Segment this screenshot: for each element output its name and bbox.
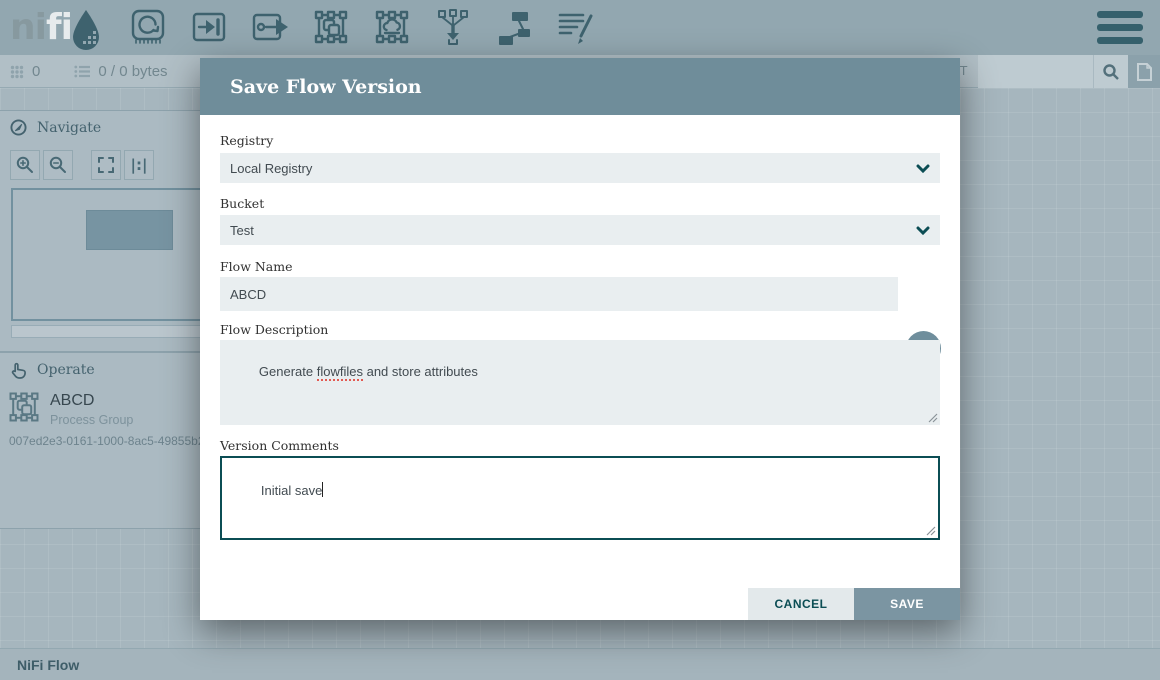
component-toolbar (128, 7, 595, 47)
process-group-icon[interactable] (311, 7, 351, 47)
save-button[interactable]: SAVE (854, 588, 960, 620)
description-misspelled-word: flowfiles (317, 364, 363, 381)
remote-process-group-icon[interactable] (372, 7, 412, 47)
queued-count: 0 / 0 bytes (98, 63, 167, 80)
active-threads-icon (10, 65, 24, 79)
active-threads-count: 0 (32, 63, 40, 80)
breadcrumb-root[interactable]: NiFi Flow (17, 657, 79, 673)
input-port-icon[interactable] (189, 7, 229, 47)
version-comments-label: Version Comments (220, 438, 339, 453)
flow-name-value: ABCD (230, 287, 266, 302)
save-flow-version-dialog: Save Flow Version Registry Local Registr… (200, 58, 960, 620)
flow-name-input[interactable]: ABCD (220, 277, 898, 311)
search-input[interactable] (978, 55, 1093, 88)
flow-name-label: Flow Name (220, 259, 293, 274)
resize-handle-icon[interactable] (926, 526, 936, 536)
compass-icon (10, 119, 27, 136)
processor-icon[interactable] (128, 7, 168, 47)
global-menu-icon[interactable] (1097, 11, 1143, 44)
nifi-app: nifi (0, 0, 1160, 680)
flow-description-textarea[interactable]: Generate flowfiles and store attributes (220, 340, 940, 425)
breadcrumb: NiFi Flow (0, 648, 1160, 680)
bucket-dropdown[interactable]: Test (220, 215, 940, 245)
output-port-icon[interactable] (250, 7, 290, 47)
registry-dropdown[interactable]: Local Registry (220, 153, 940, 183)
selected-component-name: ABCD (50, 389, 133, 410)
zoom-fit-button[interactable] (91, 150, 121, 180)
selected-component-type: Process Group (50, 413, 133, 427)
zoom-in-button[interactable] (10, 150, 40, 180)
bucket-label: Bucket (220, 196, 264, 211)
registry-value: Local Registry (230, 161, 312, 176)
flow-description-label: Flow Description (220, 322, 328, 337)
registry-label: Registry (220, 133, 273, 148)
search-icon[interactable] (1093, 55, 1128, 88)
navigate-title: Navigate (37, 120, 101, 136)
version-comments-textarea[interactable]: Initial save (220, 456, 940, 540)
operate-title: Operate (37, 362, 95, 378)
hand-icon (10, 361, 27, 379)
selected-component-id: 007ed2e3-0161-1000-8ac5-49855b2 (0, 427, 229, 454)
funnel-icon[interactable] (433, 7, 473, 47)
description-text: and store attributes (363, 364, 478, 379)
chevron-down-icon (916, 164, 930, 173)
dialog-header: Save Flow Version (200, 58, 960, 115)
dialog-title: Save Flow Version (230, 76, 422, 98)
navigate-panel: Navigate |:| (0, 110, 230, 352)
description-text: Generate (259, 364, 317, 379)
chevron-down-icon (916, 226, 930, 235)
nifi-drop-icon (70, 8, 102, 52)
birdseye-minimap[interactable] (11, 188, 219, 321)
bulletin-board-icon[interactable] (1128, 55, 1160, 88)
top-toolbar: nifi (0, 0, 1160, 55)
zoom-actual-size-button[interactable]: |:| (124, 150, 154, 180)
nifi-logo: nifi (10, 4, 102, 52)
bucket-value: Test (230, 223, 254, 238)
logo-text: nifi (10, 4, 72, 52)
operate-panel: Operate ABCD Process Group 007ed2e3-0161… (0, 352, 230, 529)
version-comments-value: Initial save (261, 483, 322, 498)
template-icon[interactable] (494, 7, 534, 47)
process-group-badge-icon (6, 389, 42, 425)
resize-handle-icon[interactable] (928, 413, 938, 423)
text-caret (322, 482, 323, 497)
zoom-out-button[interactable] (43, 150, 73, 180)
minimap-node (86, 210, 173, 250)
minimap-footer (11, 325, 219, 338)
queued-icon (74, 65, 90, 78)
cancel-button[interactable]: CANCEL (748, 588, 854, 620)
label-icon[interactable] (555, 7, 595, 47)
